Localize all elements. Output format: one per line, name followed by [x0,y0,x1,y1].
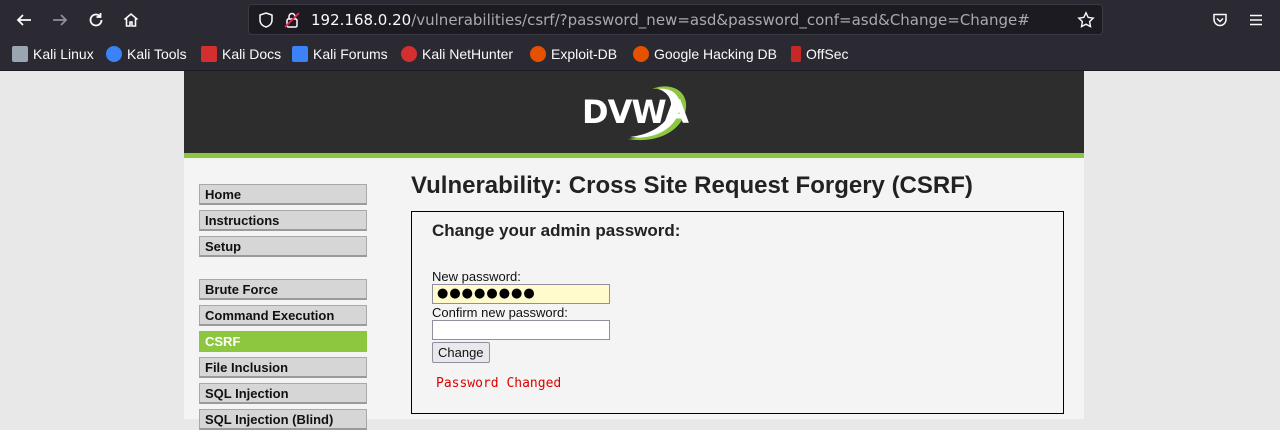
new-password-field[interactable]: ●●●●●●●● [432,284,610,304]
bookmark-label: Kali Linux [33,46,94,62]
page-viewport: DVWA Home Instructions Setup Brute Force… [0,71,1280,430]
bookmark-google-hacking-db[interactable]: Google Hacking DB [633,46,777,62]
confirm-password-field[interactable] [432,320,610,340]
kali-forums-icon [292,46,308,62]
bookmark-label: OffSec [806,46,849,62]
menu-item-instructions[interactable]: Instructions [199,210,367,231]
offsec-icon [791,46,801,62]
confirm-password-label: Confirm new password: [432,305,568,320]
pocket-icon[interactable] [1208,8,1232,32]
browser-toolbar: 192.168.0.20/vulnerabilities/csrf/?passw… [0,0,1280,40]
ghdb-icon [633,46,649,62]
kali-dragon-icon [12,46,28,62]
page-title: Vulnerability: Cross Site Request Forger… [411,172,973,199]
url-path: /vulnerabilities/csrf/?password_new=asd&… [411,11,1030,29]
shield-icon[interactable] [257,11,275,29]
bookmark-kali-docs[interactable]: Kali Docs [201,46,281,62]
menu-icon[interactable] [1244,8,1268,32]
dvwa-container: DVWA Home Instructions Setup Brute Force… [184,71,1084,430]
url-host: 192.168.0.20 [311,11,412,29]
home-icon[interactable] [119,8,143,32]
bookmark-label: Kali Tools [127,46,187,62]
bookmark-label: Google Hacking DB [654,46,777,62]
new-password-label: New password: [432,269,521,284]
menu-item-setup[interactable]: Setup [199,236,367,257]
kali-tools-icon [106,46,122,62]
bookmarks-bar: Kali Linux Kali Tools Kali Docs Kali For… [0,40,1280,71]
bookmark-kali-nethunter[interactable]: Kali NetHunter [401,46,513,62]
forward-arrow-icon[interactable] [48,8,72,32]
bookmark-offsec[interactable]: OffSec [791,46,849,62]
menu-item-brute-force[interactable]: Brute Force [199,279,367,300]
menu-item-sql-injection[interactable]: SQL Injection [199,383,367,404]
bookmark-kali-tools[interactable]: Kali Tools [106,46,187,62]
bookmark-kali-forums[interactable]: Kali Forums [292,46,388,62]
kali-docs-icon [201,46,217,62]
dvwa-logo: DVWA [582,93,689,131]
address-bar[interactable]: 192.168.0.20/vulnerabilities/csrf/?passw… [248,4,1103,35]
bookmark-kali-linux[interactable]: Kali Linux [12,46,94,62]
kali-nethunter-icon [401,46,417,62]
menu-item-file-inclusion[interactable]: File Inclusion [199,357,367,378]
form-heading: Change your admin password: [432,221,681,240]
exploit-db-icon [530,46,546,62]
bookmark-label: Exploit-DB [551,46,618,62]
reload-icon[interactable] [84,8,108,32]
insecure-lock-icon[interactable] [283,11,301,29]
dvwa-header: DVWA [184,71,1084,158]
back-arrow-icon[interactable] [12,8,36,32]
change-button[interactable]: Change [432,342,490,363]
star-icon[interactable] [1077,11,1095,29]
bookmark-label: Kali Docs [222,46,282,62]
menu-item-sql-injection-blind[interactable]: SQL Injection (Blind) [199,409,367,430]
menu-item-home[interactable]: Home [199,184,367,205]
bookmark-label: Kali Forums [313,46,388,62]
bookmark-exploit-db[interactable]: Exploit-DB [530,46,617,62]
url-text: 192.168.0.20/vulnerabilities/csrf/?passw… [311,11,1030,29]
bookmark-label: Kali NetHunter [422,46,514,62]
status-message: Password Changed [436,376,562,391]
menu-item-command-execution[interactable]: Command Execution [199,305,367,326]
menu-item-csrf[interactable]: CSRF [199,331,367,352]
csrf-form-box: Change your admin password: New password… [411,211,1064,414]
